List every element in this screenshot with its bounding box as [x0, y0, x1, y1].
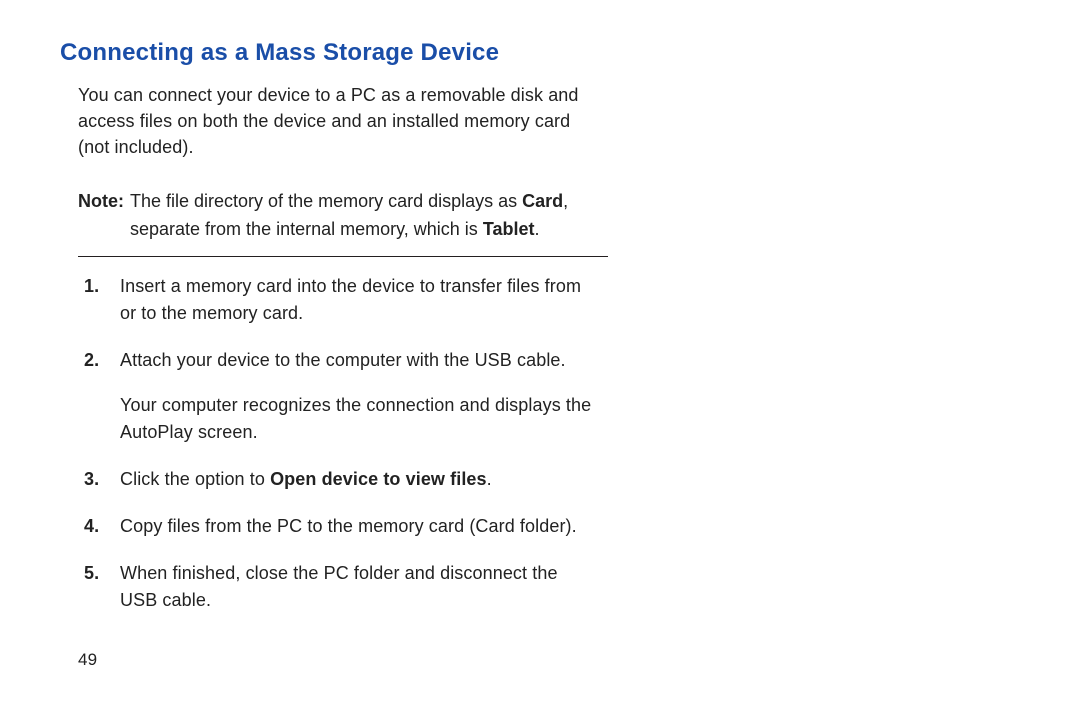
- step-2-text-b: Your computer recognizes the connection …: [120, 392, 598, 446]
- step-3-pre: Click the option to: [120, 469, 270, 489]
- step-4: Copy files from the PC to the memory car…: [78, 513, 598, 540]
- step-2-text-a: Attach your device to the computer with …: [120, 350, 566, 370]
- step-5-text: When finished, close the PC folder and d…: [120, 563, 558, 610]
- step-2: Attach your device to the computer with …: [78, 347, 598, 446]
- step-1: Insert a memory card into the device to …: [78, 273, 598, 327]
- note-text-pre: The file directory of the memory card di…: [130, 191, 522, 211]
- steps-list: Insert a memory card into the device to …: [78, 273, 598, 614]
- note-block: Note: The file directory of the memory c…: [78, 188, 598, 244]
- step-4-text: Copy files from the PC to the memory car…: [120, 516, 577, 536]
- step-3-post: .: [487, 469, 492, 489]
- intro-paragraph: You can connect your device to a PC as a…: [78, 82, 588, 160]
- page-number: 49: [78, 650, 97, 670]
- step-3-bold: Open device to view files: [270, 469, 487, 489]
- step-1-text: Insert a memory card into the device to …: [120, 276, 581, 323]
- note-text-post: .: [534, 219, 539, 239]
- note-label: Note:: [78, 188, 130, 244]
- step-3: Click the option to Open device to view …: [78, 466, 598, 493]
- note-card-bold: Card: [522, 191, 563, 211]
- manual-page: Connecting as a Mass Storage Device You …: [0, 0, 1080, 720]
- section-heading: Connecting as a Mass Storage Device: [60, 38, 580, 68]
- step-5: When finished, close the PC folder and d…: [78, 560, 598, 614]
- note-body: The file directory of the memory card di…: [130, 188, 598, 244]
- note-tablet-bold: Tablet: [483, 219, 535, 239]
- divider: [78, 256, 608, 257]
